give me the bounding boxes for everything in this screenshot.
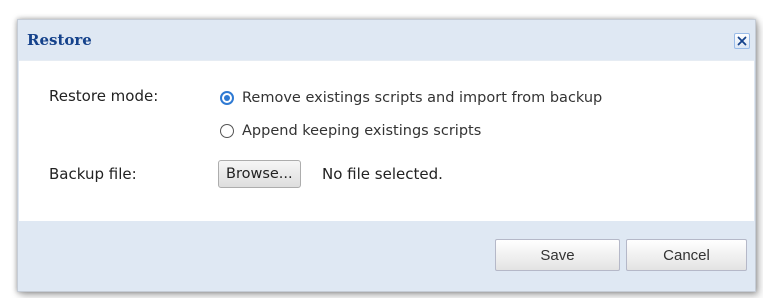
close-icon (737, 36, 747, 46)
radio-remove[interactable] (220, 91, 234, 105)
option-remove-label: Remove existings scripts and import from… (242, 90, 603, 106)
radio-append[interactable] (220, 124, 234, 138)
restore-mode-option-append[interactable]: Append keeping existings scripts (220, 121, 481, 141)
cancel-button[interactable]: Cancel (626, 239, 747, 271)
save-button[interactable]: Save (495, 239, 620, 271)
option-append-label: Append keeping existings scripts (242, 123, 482, 139)
restore-dialog: Restore Restore mode: Remove existings s… (17, 19, 756, 292)
dialog-title: Restore (27, 31, 92, 49)
restore-mode-option-remove[interactable]: Remove existings scripts and import from… (220, 88, 602, 108)
dialog-titlebar[interactable]: Restore (18, 20, 755, 60)
file-status-text: No file selected. (322, 165, 443, 183)
dialog-footer: Save Cancel (19, 221, 754, 290)
backup-file-label: Backup file: (49, 165, 137, 183)
dialog-body: Restore mode: Remove existings scripts a… (19, 60, 754, 222)
browse-button[interactable]: Browse... (218, 160, 301, 188)
restore-mode-label: Restore mode: (49, 87, 159, 105)
close-button[interactable] (734, 33, 750, 49)
